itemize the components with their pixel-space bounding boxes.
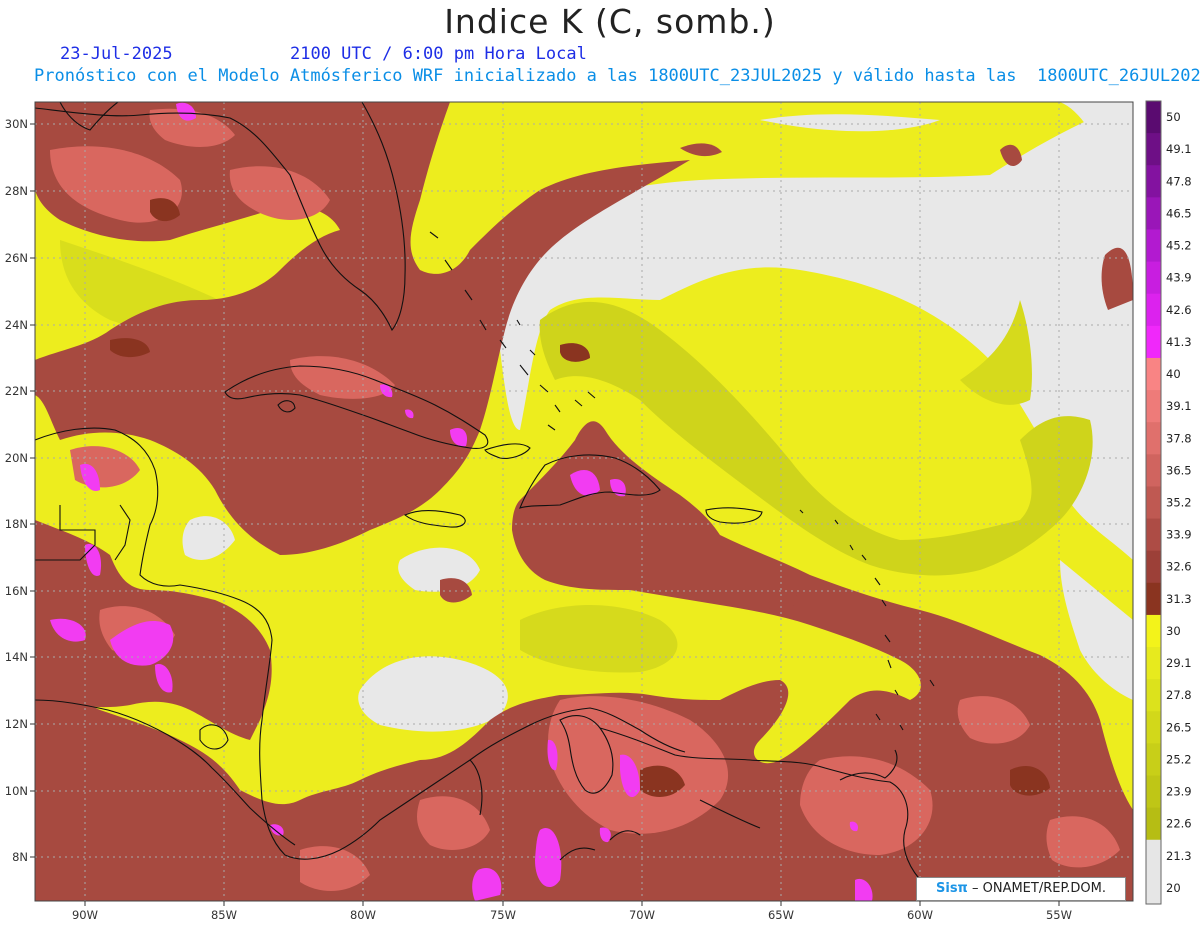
colorbar-label: 29.1 bbox=[1166, 656, 1192, 670]
colorbar-label: 31.3 bbox=[1166, 592, 1192, 606]
colorbar-label: 39.1 bbox=[1166, 399, 1192, 413]
colorbar-swatch bbox=[1146, 165, 1161, 198]
colorbar-label: 33.9 bbox=[1166, 528, 1192, 542]
y-tick-label: 20N bbox=[5, 451, 28, 465]
colorbar-label: 47.8 bbox=[1166, 174, 1192, 188]
y-tick-label: 12N bbox=[5, 717, 28, 731]
colorbar-label: 37.8 bbox=[1166, 431, 1192, 445]
x-tick-label: 60W bbox=[907, 908, 933, 922]
credit-box: Sisπ – ONAMET/REP.DOM. bbox=[916, 877, 1126, 901]
colorbar-label: 23.9 bbox=[1166, 785, 1192, 799]
colorbar-label: 46.5 bbox=[1166, 206, 1192, 220]
colorbar-label: 41.3 bbox=[1166, 335, 1192, 349]
x-tick-label: 75W bbox=[490, 908, 516, 922]
colorbar-label: 40 bbox=[1166, 367, 1181, 381]
colorbar-swatch bbox=[1146, 293, 1161, 327]
colorbar: 50 49.1 47.8 46.5 45.2 43.9 42.6 41.3 40 39.1 37.8… bbox=[1145, 100, 1192, 905]
colorbar-swatch bbox=[1146, 839, 1161, 873]
colorbar-swatch bbox=[1146, 614, 1161, 648]
colorbar-swatch bbox=[1146, 775, 1161, 809]
k-index-map: 90W 85W 80W 75W 70W 65W 60W 55W 30N 28N 26N 24N 22N… bbox=[5, 100, 1192, 922]
y-tick-label: 14N bbox=[5, 650, 28, 664]
colorbar-label: 32.6 bbox=[1166, 560, 1192, 574]
colorbar-label: 30 bbox=[1166, 624, 1181, 638]
y-tick-labels: 30N 28N 26N 24N 22N 20N 18N 16N 14N 12N 10N 8N bbox=[5, 117, 28, 864]
colorbar-swatch bbox=[1146, 679, 1161, 712]
x-tick-label: 55W bbox=[1046, 908, 1072, 922]
colorbar-label: 26.5 bbox=[1166, 720, 1192, 734]
y-tick-label: 24N bbox=[5, 318, 28, 332]
colorbar-label: 22.6 bbox=[1166, 817, 1192, 831]
colorbar-swatch bbox=[1146, 743, 1161, 777]
credit-text: – ONAMET/REP.DOM. bbox=[967, 881, 1106, 896]
x-tick-labels: 90W 85W 80W 75W 70W 65W 60W 55W bbox=[72, 908, 1072, 922]
k-index-field bbox=[35, 102, 1133, 901]
colorbar-swatch bbox=[1146, 871, 1161, 905]
colorbar-label: 43.9 bbox=[1166, 271, 1192, 285]
y-tick-label: 16N bbox=[5, 584, 28, 598]
colorbar-swatch bbox=[1146, 133, 1161, 166]
colorbar-label: 25.2 bbox=[1166, 752, 1192, 766]
colorbar-swatch bbox=[1146, 518, 1161, 552]
colorbar-swatch bbox=[1146, 807, 1161, 841]
colorbar-label: 35.2 bbox=[1166, 496, 1192, 510]
colorbar-swatch bbox=[1146, 229, 1161, 263]
colorbar-swatch bbox=[1146, 582, 1161, 616]
colorbar-label: 42.6 bbox=[1166, 303, 1192, 317]
colorbar-label: 50 bbox=[1166, 110, 1181, 124]
colorbar-label: 21.3 bbox=[1166, 849, 1192, 863]
colorbar-swatch bbox=[1146, 422, 1161, 455]
colorbar-label: 45.2 bbox=[1166, 239, 1192, 253]
colorbar-swatch bbox=[1146, 647, 1161, 680]
colorbar-swatch bbox=[1146, 101, 1161, 134]
colorbar-swatch bbox=[1146, 261, 1161, 295]
x-tick-label: 80W bbox=[350, 908, 376, 922]
x-tick-label: 70W bbox=[629, 908, 655, 922]
colorbar-swatch bbox=[1146, 325, 1161, 359]
colorbar-swatch bbox=[1146, 197, 1161, 230]
x-tick-label: 85W bbox=[211, 908, 237, 922]
y-tick-label: 28N bbox=[5, 184, 28, 198]
colorbar-swatch bbox=[1146, 550, 1161, 584]
x-tick-label: 65W bbox=[768, 908, 794, 922]
y-tick-label: 18N bbox=[5, 517, 28, 531]
y-tick-label: 30N bbox=[5, 117, 28, 131]
y-tick-label: 8N bbox=[12, 850, 28, 864]
colorbar-swatch bbox=[1146, 390, 1161, 423]
y-tick-label: 10N bbox=[5, 784, 28, 798]
colorbar-label: 27.8 bbox=[1166, 688, 1192, 702]
x-ticks bbox=[84, 901, 1060, 906]
colorbar-swatch bbox=[1146, 357, 1161, 391]
colorbar-label: 36.5 bbox=[1166, 463, 1192, 477]
y-tick-label: 22N bbox=[5, 384, 28, 398]
colorbar-swatch bbox=[1146, 711, 1161, 744]
y-tick-label: 26N bbox=[5, 251, 28, 265]
x-tick-label: 90W bbox=[72, 908, 98, 922]
colorbar-label: 49.1 bbox=[1166, 142, 1192, 156]
colorbar-label: 20 bbox=[1166, 881, 1181, 895]
colorbar-swatch bbox=[1146, 454, 1161, 487]
y-ticks bbox=[30, 123, 35, 858]
sispi-logo: Sisπ bbox=[936, 881, 968, 896]
colorbar-swatch bbox=[1146, 486, 1161, 520]
